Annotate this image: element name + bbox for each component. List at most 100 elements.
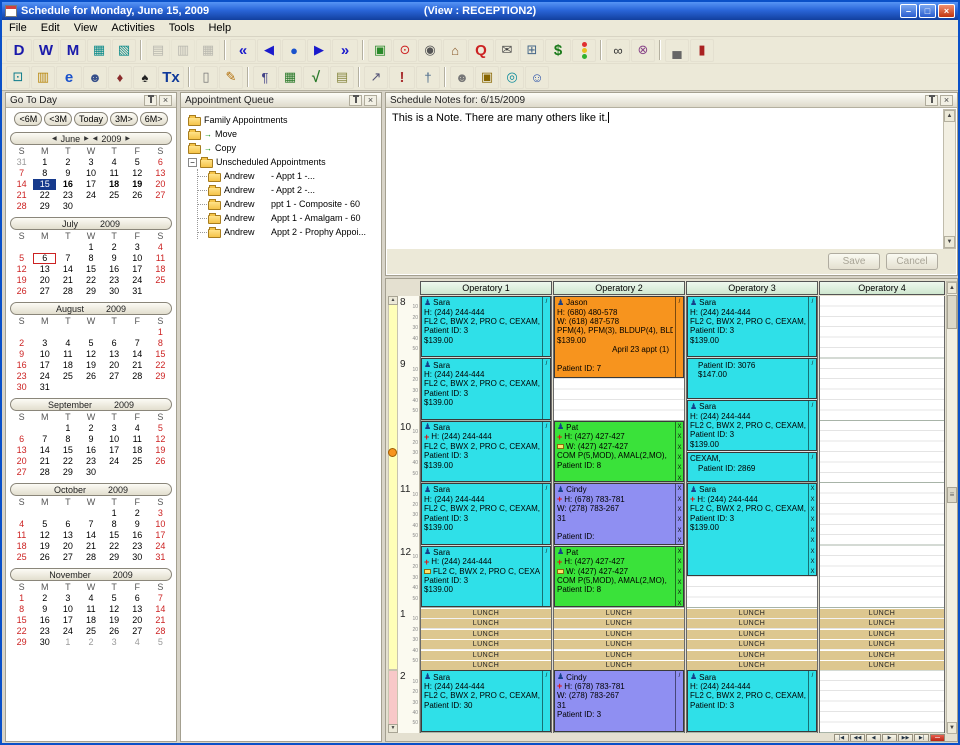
appointment-block[interactable]: CEXAM,Patient ID: 2869/ [687,452,817,482]
prev-month-icon[interactable]: ◀ [52,135,57,142]
queue-unscheduled-appointment[interactable]: AndrewAppt 1 - Amalgam - 60 [198,211,379,225]
calendar-day[interactable]: 17 [126,264,149,275]
queue-item-copy[interactable]: →Copy [183,141,379,155]
calendar-day[interactable]: 12 [33,530,56,541]
calendar-day[interactable]: 8 [79,253,102,264]
scrollbar-thumb[interactable] [947,295,957,329]
calendar-day[interactable]: 20 [126,615,149,626]
lunch-block[interactable]: LUNCH [687,651,817,660]
goto-Today-button[interactable]: Today [74,112,108,126]
calendar-day[interactable]: 4 [56,338,79,349]
quick-letters-icon[interactable]: Q [468,39,494,62]
patient-chart-icon[interactable]: ☻ [83,66,107,89]
notes-scrollbar[interactable]: ▲ ▼ [943,109,956,249]
calendar-day[interactable]: 22 [79,275,102,286]
calendar-day[interactable]: 8 [10,604,33,615]
appointment-block[interactable]: ♟Sara+H: (244) 244-444FL2 C, BWX 2, PRO … [421,421,551,482]
menu-file[interactable]: File [2,21,34,35]
calendar-day[interactable]: 28 [126,371,149,382]
lab-case-icon[interactable]: ↗ [364,66,388,89]
calendar-day[interactable]: 3 [126,242,149,253]
letters-icon[interactable]: ✉ [495,39,519,62]
calendar-day[interactable]: 4 [79,593,102,604]
calendar-day[interactable]: 7 [79,519,102,530]
calendar-day[interactable]: 14 [33,445,56,456]
goto-3M-button[interactable]: 3M> [110,112,138,126]
calendar-day[interactable]: 2 [33,593,56,604]
lunch-block[interactable]: LUNCH [687,630,817,639]
calendar-day[interactable]: 26 [10,286,33,297]
calendar-day[interactable]: 23 [79,456,102,467]
menu-view[interactable]: View [67,21,105,35]
calendar-day[interactable]: 22 [103,541,126,552]
office-journal-icon[interactable] [572,39,596,62]
calendar-day[interactable]: 4 [10,519,33,530]
appointment-block[interactable]: ♟JasonH: (680) 480-578W: (618) 487-578PF… [554,296,684,378]
lunch-block[interactable]: LUNCH [554,619,684,628]
calendar-day[interactable]: 20 [10,456,33,467]
calendar-day[interactable]: 8 [56,434,79,445]
calendar-day[interactable]: 31 [149,552,172,563]
calendar-day[interactable]: 11 [103,168,126,179]
collections-manager-icon[interactable]: ♦ [108,66,132,89]
calendar-day[interactable]: 15 [149,349,172,360]
calendar-day[interactable]: 7 [149,593,172,604]
lunch-block[interactable]: LUNCH [421,630,551,639]
medications-icon[interactable]: ! [389,66,415,89]
calendar-day[interactable]: 30 [33,637,56,648]
calendar-day[interactable]: 12 [103,604,126,615]
calendar-day[interactable]: 6 [33,253,56,264]
calendar-day[interactable]: 5 [126,157,149,168]
time-scroll-down-button[interactable]: ▼ [388,724,398,733]
calendar-day[interactable]: 9 [10,349,33,360]
month-view-button[interactable]: M [60,39,86,62]
calendar-day[interactable]: 6 [149,157,172,168]
appointment-block[interactable]: Patient ID: 3076$147.00/ [687,358,817,399]
calendar-day[interactable]: 3 [103,423,126,434]
calendar-day[interactable]: 17 [56,615,79,626]
view-options-icon[interactable]: ∞ [606,39,630,62]
pin-panel-button[interactable] [925,95,938,106]
cancel-button[interactable]: Cancel [886,253,938,270]
calendar-day[interactable]: 19 [126,179,149,190]
calendar-day[interactable]: 7 [33,434,56,445]
calendar-day[interactable]: 20 [149,179,172,190]
calendar-day[interactable]: 17 [79,179,102,190]
perio-search-icon[interactable]: ⊙ [393,39,417,62]
calendar-day[interactable]: 18 [149,264,172,275]
lunch-block[interactable]: LUNCH [687,640,817,649]
calendar-day[interactable]: 2 [56,157,79,168]
calendar-day[interactable]: 18 [79,615,102,626]
calendar-day[interactable]: 27 [103,371,126,382]
calendar-day[interactable]: 2 [126,508,149,519]
calendar-day[interactable]: 11 [10,530,33,541]
calendar-day[interactable]: 9 [33,604,56,615]
ledger-icon[interactable]: ⊞ [520,39,544,62]
scroll-up-icon[interactable]: ▲ [944,110,955,122]
calendar-day[interactable]: 14 [56,264,79,275]
queue-item-unscheduled-appointments[interactable]: −Unscheduled Appointments [183,155,379,169]
calendar-day[interactable]: 24 [79,190,102,201]
calendar-day[interactable]: 7 [56,253,79,264]
calendar-day[interactable]: 15 [56,445,79,456]
close-button[interactable]: × [938,4,955,18]
print-icon[interactable]: ▄ [665,39,689,62]
calendar-day[interactable]: 5 [149,637,172,648]
queue-unscheduled-appointment[interactable]: AndrewAppt 2 - Prophy Appoi... [198,225,379,239]
calendar-day[interactable]: 23 [56,190,79,201]
calendar-day[interactable]: 31 [126,286,149,297]
calendar-day[interactable]: 29 [10,637,33,648]
calendar-day[interactable]: 23 [126,541,149,552]
note-editor[interactable]: This is a Note. There are many others li… [387,109,956,249]
calendar-day[interactable]: 29 [103,552,126,563]
calendar-day[interactable]: 10 [79,168,102,179]
appointment-block[interactable]: ♟SaraH: (244) 244-444FL2 C, BWX 2, PRO C… [421,296,551,357]
calendar-day[interactable]: 10 [56,604,79,615]
calendar-day[interactable]: 24 [149,541,172,552]
lunch-block[interactable]: LUNCH [554,651,684,660]
calendar-day[interactable]: 17 [33,360,56,371]
maximize-button[interactable]: □ [919,4,936,18]
presenter-icon[interactable]: ♠ [133,66,157,89]
calendar-day[interactable]: 28 [56,286,79,297]
lunch-block[interactable]: LUNCH [554,609,684,618]
